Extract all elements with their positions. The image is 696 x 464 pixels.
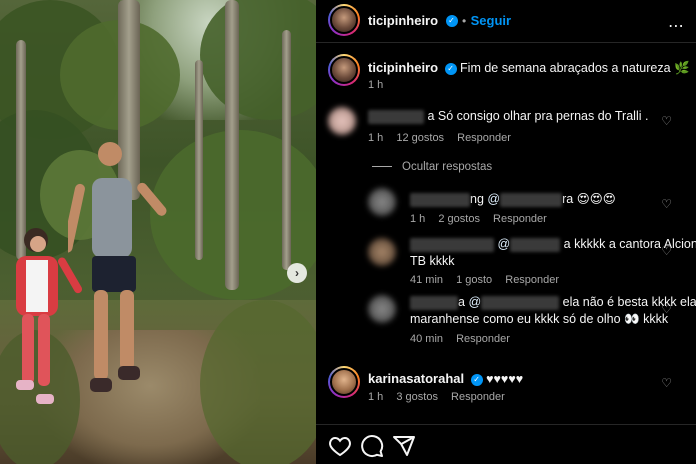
comment-time: 1 h	[368, 391, 384, 403]
reply-likes[interactable]: 2 gostos	[438, 213, 480, 225]
author-avatar[interactable]	[328, 4, 360, 36]
comment-time: 1 h	[368, 132, 384, 144]
heart-icon[interactable]	[328, 434, 352, 458]
post-photo[interactable]: ›	[0, 0, 316, 464]
caption: ticipinheiro ✓ Fim de semana abraçados a…	[368, 59, 690, 77]
comment-meta: 1 h 12 gostos Responder	[368, 132, 521, 144]
hidden-username	[368, 109, 424, 124]
reply-username-suffix: a	[458, 295, 465, 309]
post-header: ticipinheiro ✓ • Seguir	[368, 12, 511, 30]
reply-emojis: 😍😍😍	[576, 192, 616, 206]
comment-text: a Só consigo olhar pra pernas do Tralli …	[427, 109, 649, 123]
caption-time: 1 h	[368, 79, 384, 91]
comment-meta: 1 h 3 gostos Responder	[368, 391, 515, 403]
hidden-username	[410, 237, 494, 252]
reply-text: ra	[562, 192, 574, 206]
caption-avatar[interactable]	[328, 54, 360, 86]
reply-time: 40 min	[410, 333, 444, 345]
separator-dot: •	[461, 14, 467, 28]
next-arrow-icon[interactable]: ›	[287, 263, 307, 283]
comment-text: ♥♥♥♥♥	[486, 372, 524, 386]
actions-divider	[316, 424, 696, 425]
reply-button[interactable]: Responder	[505, 274, 559, 286]
hidden-mention	[510, 237, 561, 252]
reply-likes[interactable]: 1 gosto	[456, 274, 492, 286]
commenter-avatar[interactable]	[328, 366, 360, 398]
like-comment-icon[interactable]: ♡	[661, 114, 672, 128]
reply-time: 1 h	[410, 213, 426, 225]
commenter-avatar[interactable]	[368, 188, 396, 216]
reply-text: a kkkkk a cantora Alcione	[563, 237, 696, 251]
reply-username-suffix: ng	[470, 192, 484, 206]
mention[interactable]: @	[497, 237, 510, 251]
comment-likes[interactable]: 12 gostos	[396, 132, 444, 144]
reply-button[interactable]: Responder	[493, 213, 547, 225]
reply-button[interactable]: Responder	[457, 132, 511, 144]
commenter-avatar[interactable]	[328, 107, 356, 135]
mention[interactable]: @	[468, 295, 481, 309]
mention[interactable]: @	[487, 192, 500, 206]
author-username[interactable]: ticipinheiro	[368, 13, 438, 28]
reply-meta: 40 min Responder	[410, 333, 520, 345]
post-details-panel: ticipinheiro ✓ • Seguir ⋯ ticipinheiro ✓…	[316, 0, 696, 464]
reply-meta: 1 h 2 gostos Responder	[410, 213, 557, 225]
commenter-avatar[interactable]	[368, 238, 396, 266]
hidden-mention	[500, 192, 563, 207]
reply-3: a @ ela não é besta kkkk ela	[410, 294, 696, 311]
caption-emoji: 🌿	[674, 61, 690, 75]
commenter-username[interactable]: karinasatorahal	[368, 371, 464, 386]
header-divider	[316, 42, 696, 43]
like-comment-icon[interactable]: ♡	[661, 376, 672, 390]
more-icon[interactable]: ⋯	[668, 16, 684, 36]
eyes-emoji: 👀	[624, 312, 640, 326]
caption-text: Fim de semana abraçados a natureza	[460, 61, 671, 75]
verified-icon: ✓	[470, 373, 483, 386]
verified-icon: ✓	[445, 14, 458, 27]
like-comment-icon[interactable]: ♡	[661, 197, 672, 211]
hidden-mention	[481, 295, 560, 310]
comment-icon[interactable]	[360, 434, 384, 458]
share-icon[interactable]	[392, 434, 416, 458]
follow-button[interactable]: Seguir	[471, 13, 511, 28]
reply-2: @ a kkkkk a cantora Alcione	[410, 236, 696, 253]
like-comment-icon[interactable]: ♡	[661, 244, 672, 258]
like-comment-icon[interactable]: ♡	[661, 302, 672, 316]
child-figure	[16, 228, 82, 404]
reply-text: ela não é besta kkkk ela	[562, 295, 696, 309]
hide-replies-toggle[interactable]: Ocultar respostas	[372, 161, 492, 173]
commenter-avatar[interactable]	[368, 295, 396, 323]
hide-replies-label: Ocultar respostas	[402, 161, 493, 173]
reply-meta: 41 min 1 gosto Responder	[410, 274, 569, 286]
hidden-username	[410, 192, 470, 207]
comment-karina: karinasatorahal ✓ ♥♥♥♥♥	[368, 370, 523, 388]
hidden-username	[410, 295, 458, 310]
reply-1: ng @ ra 😍😍😍	[410, 191, 616, 208]
caption-username[interactable]: ticipinheiro	[368, 60, 438, 75]
reply-3-line2: maranhense como eu kkkk só de olho 👀 kkk…	[410, 311, 668, 328]
verified-icon: ✓	[444, 62, 457, 75]
reply-button[interactable]: Responder	[451, 391, 505, 403]
comment-likes[interactable]: 3 gostos	[396, 391, 438, 403]
reply-2-line2: TB kkkk	[410, 254, 455, 268]
comment-1: a Só consigo olhar pra pernas do Tralli …	[368, 108, 648, 125]
reply-time: 41 min	[410, 274, 444, 286]
reply-button[interactable]: Responder	[456, 333, 510, 345]
reply-text-line2: maranhense como eu kkkk só de olho	[410, 312, 621, 326]
adult-figure	[68, 142, 167, 392]
